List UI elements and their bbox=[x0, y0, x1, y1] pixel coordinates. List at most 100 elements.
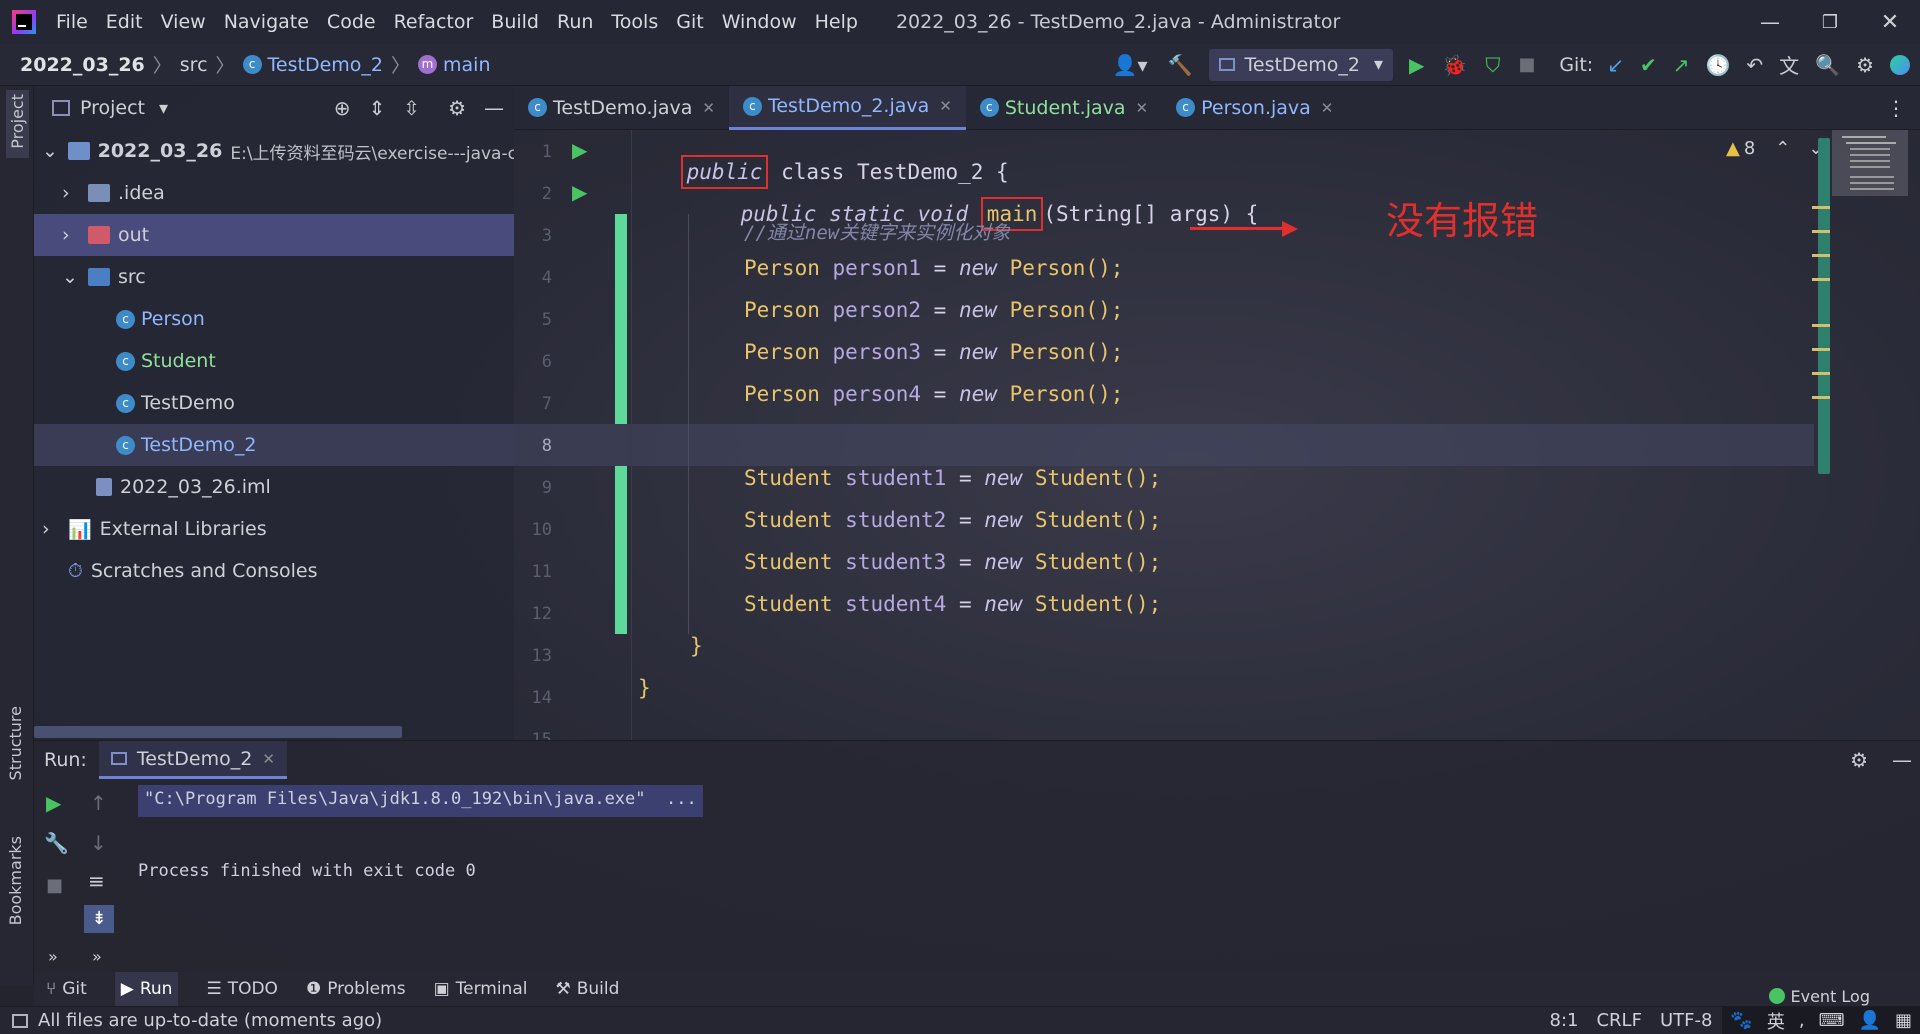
project-panel-title[interactable]: Project bbox=[80, 97, 145, 119]
terminal-tool-button[interactable]: ▣ Terminal bbox=[434, 979, 528, 999]
arrow-up-icon[interactable]: ↑ bbox=[90, 791, 107, 815]
debug-icon[interactable]: 🐞 bbox=[1442, 53, 1467, 77]
settings-icon[interactable]: ⚙ bbox=[1856, 53, 1874, 77]
dropdown-icon[interactable]: ▾ bbox=[159, 98, 168, 119]
stop-icon[interactable]: ■ bbox=[46, 875, 63, 896]
close-icon[interactable]: ✕ bbox=[1860, 10, 1920, 35]
user-icon[interactable]: 👤▾ bbox=[1113, 53, 1148, 77]
file-encoding[interactable]: UTF-8 bbox=[1660, 1010, 1712, 1031]
tab-student[interactable]: c Student.java ✕ bbox=[966, 86, 1162, 130]
tree-item-student[interactable]: c Student bbox=[34, 340, 514, 382]
run-config-selector[interactable]: TestDemo_2 ▾ bbox=[1208, 48, 1394, 81]
keyboard-icon[interactable]: ⌨ bbox=[1819, 1010, 1845, 1031]
line-separator[interactable]: CRLF bbox=[1596, 1010, 1641, 1031]
git-tool-button[interactable]: ⑂ Git bbox=[46, 979, 87, 999]
structure-tool-button[interactable]: Structure bbox=[6, 706, 25, 785]
git-commit-icon[interactable]: ✔ bbox=[1640, 53, 1657, 77]
tree-item-src[interactable]: ⌄ src bbox=[34, 256, 514, 298]
close-icon[interactable]: ✕ bbox=[1136, 99, 1149, 117]
plugin-icon[interactable] bbox=[1890, 54, 1910, 75]
gear-icon[interactable]: ⚙ bbox=[448, 96, 466, 120]
user-icon[interactable]: 👤 bbox=[1859, 1010, 1881, 1031]
close-icon[interactable]: ✕ bbox=[1321, 99, 1334, 117]
more-icon[interactable]: ⋮ bbox=[1886, 96, 1906, 120]
breadcrumb-file[interactable]: TestDemo_2 bbox=[268, 54, 383, 76]
coverage-icon[interactable]: ⛉ bbox=[1485, 53, 1500, 77]
hide-icon[interactable]: — bbox=[1892, 748, 1912, 772]
menu-git[interactable]: Git bbox=[676, 11, 703, 33]
run-icon[interactable]: ▶ bbox=[1409, 53, 1424, 77]
menu-edit[interactable]: Edit bbox=[106, 11, 143, 33]
gear-icon[interactable]: ⚙ bbox=[1850, 748, 1868, 772]
status-window-icon[interactable] bbox=[12, 1013, 28, 1028]
menu-file[interactable]: File bbox=[56, 11, 88, 33]
translate-icon[interactable]: 文 bbox=[1779, 50, 1799, 79]
restore-icon[interactable]: ❐ bbox=[1800, 12, 1860, 33]
menu-build[interactable]: Build bbox=[491, 11, 539, 33]
tree-item-out[interactable]: › out bbox=[34, 214, 514, 256]
run-tool-button[interactable]: ▶ Run bbox=[114, 972, 179, 1006]
breadcrumb-method[interactable]: main bbox=[443, 54, 490, 76]
hammer-icon[interactable]: 🔨 bbox=[1168, 53, 1193, 77]
soft-wrap-icon[interactable]: ≡ bbox=[88, 869, 105, 893]
menu-code[interactable]: Code bbox=[327, 11, 376, 33]
git-push-icon[interactable]: ↗ bbox=[1673, 53, 1690, 77]
menu-view[interactable]: View bbox=[161, 11, 206, 33]
git-update-icon[interactable]: ↙ bbox=[1607, 53, 1624, 77]
minimize-icon[interactable]: — bbox=[1740, 10, 1800, 34]
arrow-down-icon[interactable]: ↓ bbox=[90, 831, 107, 855]
run-main-gutter-icon[interactable]: ▶ bbox=[572, 180, 587, 204]
tab-testdemo[interactable]: c TestDemo.java ✕ bbox=[514, 86, 729, 130]
search-icon[interactable]: 🔍 bbox=[1815, 53, 1840, 77]
wrench-icon[interactable]: 🔧 bbox=[44, 831, 69, 855]
collapse-all-icon[interactable]: ⇳ bbox=[403, 96, 420, 120]
rerun-icon[interactable]: ▶ bbox=[46, 791, 61, 815]
caret-position[interactable]: 8:1 bbox=[1550, 1010, 1579, 1031]
editor-area[interactable]: 1 2 3 4 5 6 7 8 9 10 11 12 13 14 15 ▶ ▶ … bbox=[514, 130, 1920, 740]
build-tool-button[interactable]: ⚒ Build bbox=[555, 979, 619, 999]
breadcrumb-folder[interactable]: src bbox=[180, 54, 208, 76]
menu-help[interactable]: Help bbox=[815, 11, 858, 33]
more-tools-icon[interactable]: » bbox=[92, 947, 102, 966]
code-minimap[interactable] bbox=[1832, 130, 1908, 196]
scroll-thumb[interactable] bbox=[1818, 138, 1830, 474]
menu-tools[interactable]: Tools bbox=[611, 11, 658, 33]
history-icon[interactable]: 🕓 bbox=[1705, 53, 1730, 77]
tree-item-testdemo[interactable]: c TestDemo bbox=[34, 382, 514, 424]
tree-item-scratches[interactable]: ⏱ Scratches and Consoles bbox=[34, 550, 514, 592]
tab-person[interactable]: c Person.java ✕ bbox=[1162, 86, 1347, 130]
scroll-to-end-icon[interactable]: ⇟ bbox=[84, 905, 114, 933]
ime-mode[interactable]: 英 bbox=[1767, 1008, 1785, 1034]
grid-icon[interactable]: ▦ bbox=[1895, 1010, 1912, 1031]
punctuation-icon[interactable]: , bbox=[1799, 1010, 1805, 1031]
more-tools-icon[interactable]: » bbox=[48, 947, 58, 966]
tree-item-external-libraries[interactable]: › 📊 External Libraries bbox=[34, 508, 514, 550]
tree-item-root[interactable]: ⌄ 2022_03_26 E:\上传资料至码云\exercise---java-… bbox=[34, 130, 514, 172]
close-icon[interactable]: ✕ bbox=[262, 750, 275, 768]
bookmarks-tool-button[interactable]: Bookmarks bbox=[6, 836, 25, 930]
run-tab[interactable]: TestDemo_2 ✕ bbox=[98, 741, 287, 779]
project-tool-button[interactable]: Project bbox=[6, 90, 29, 158]
menu-navigate[interactable]: Navigate bbox=[224, 11, 309, 33]
problems-tool-button[interactable]: ❶ Problems bbox=[306, 979, 406, 999]
close-icon[interactable]: ✕ bbox=[939, 97, 952, 115]
locate-icon[interactable]: ⊕ bbox=[334, 96, 351, 120]
close-icon[interactable]: ✕ bbox=[702, 99, 715, 117]
breadcrumb-project[interactable]: 2022_03_26 bbox=[20, 54, 145, 76]
menu-refactor[interactable]: Refactor bbox=[394, 11, 474, 33]
stop-icon[interactable]: ■ bbox=[1518, 54, 1535, 75]
menu-run[interactable]: Run bbox=[557, 11, 593, 33]
tree-item-idea[interactable]: › .idea bbox=[34, 172, 514, 214]
todo-tool-button[interactable]: ☰ TODO bbox=[206, 979, 278, 999]
expand-all-icon[interactable]: ⇕ bbox=[369, 96, 386, 120]
event-log-button[interactable]: Event Log bbox=[1768, 986, 1870, 1006]
rollback-icon[interactable]: ↶ bbox=[1746, 53, 1763, 77]
menu-window[interactable]: Window bbox=[722, 11, 797, 33]
paw-icon[interactable]: 🐾 bbox=[1730, 1010, 1752, 1031]
run-class-gutter-icon[interactable]: ▶ bbox=[572, 138, 587, 162]
chevron-up-icon[interactable]: ⌃ bbox=[1775, 138, 1790, 159]
hide-icon[interactable]: — bbox=[484, 96, 504, 120]
tree-item-person[interactable]: c Person bbox=[34, 298, 514, 340]
horizontal-scrollbar[interactable] bbox=[34, 726, 402, 738]
tree-item-testdemo-2[interactable]: c TestDemo_2 bbox=[34, 424, 514, 466]
